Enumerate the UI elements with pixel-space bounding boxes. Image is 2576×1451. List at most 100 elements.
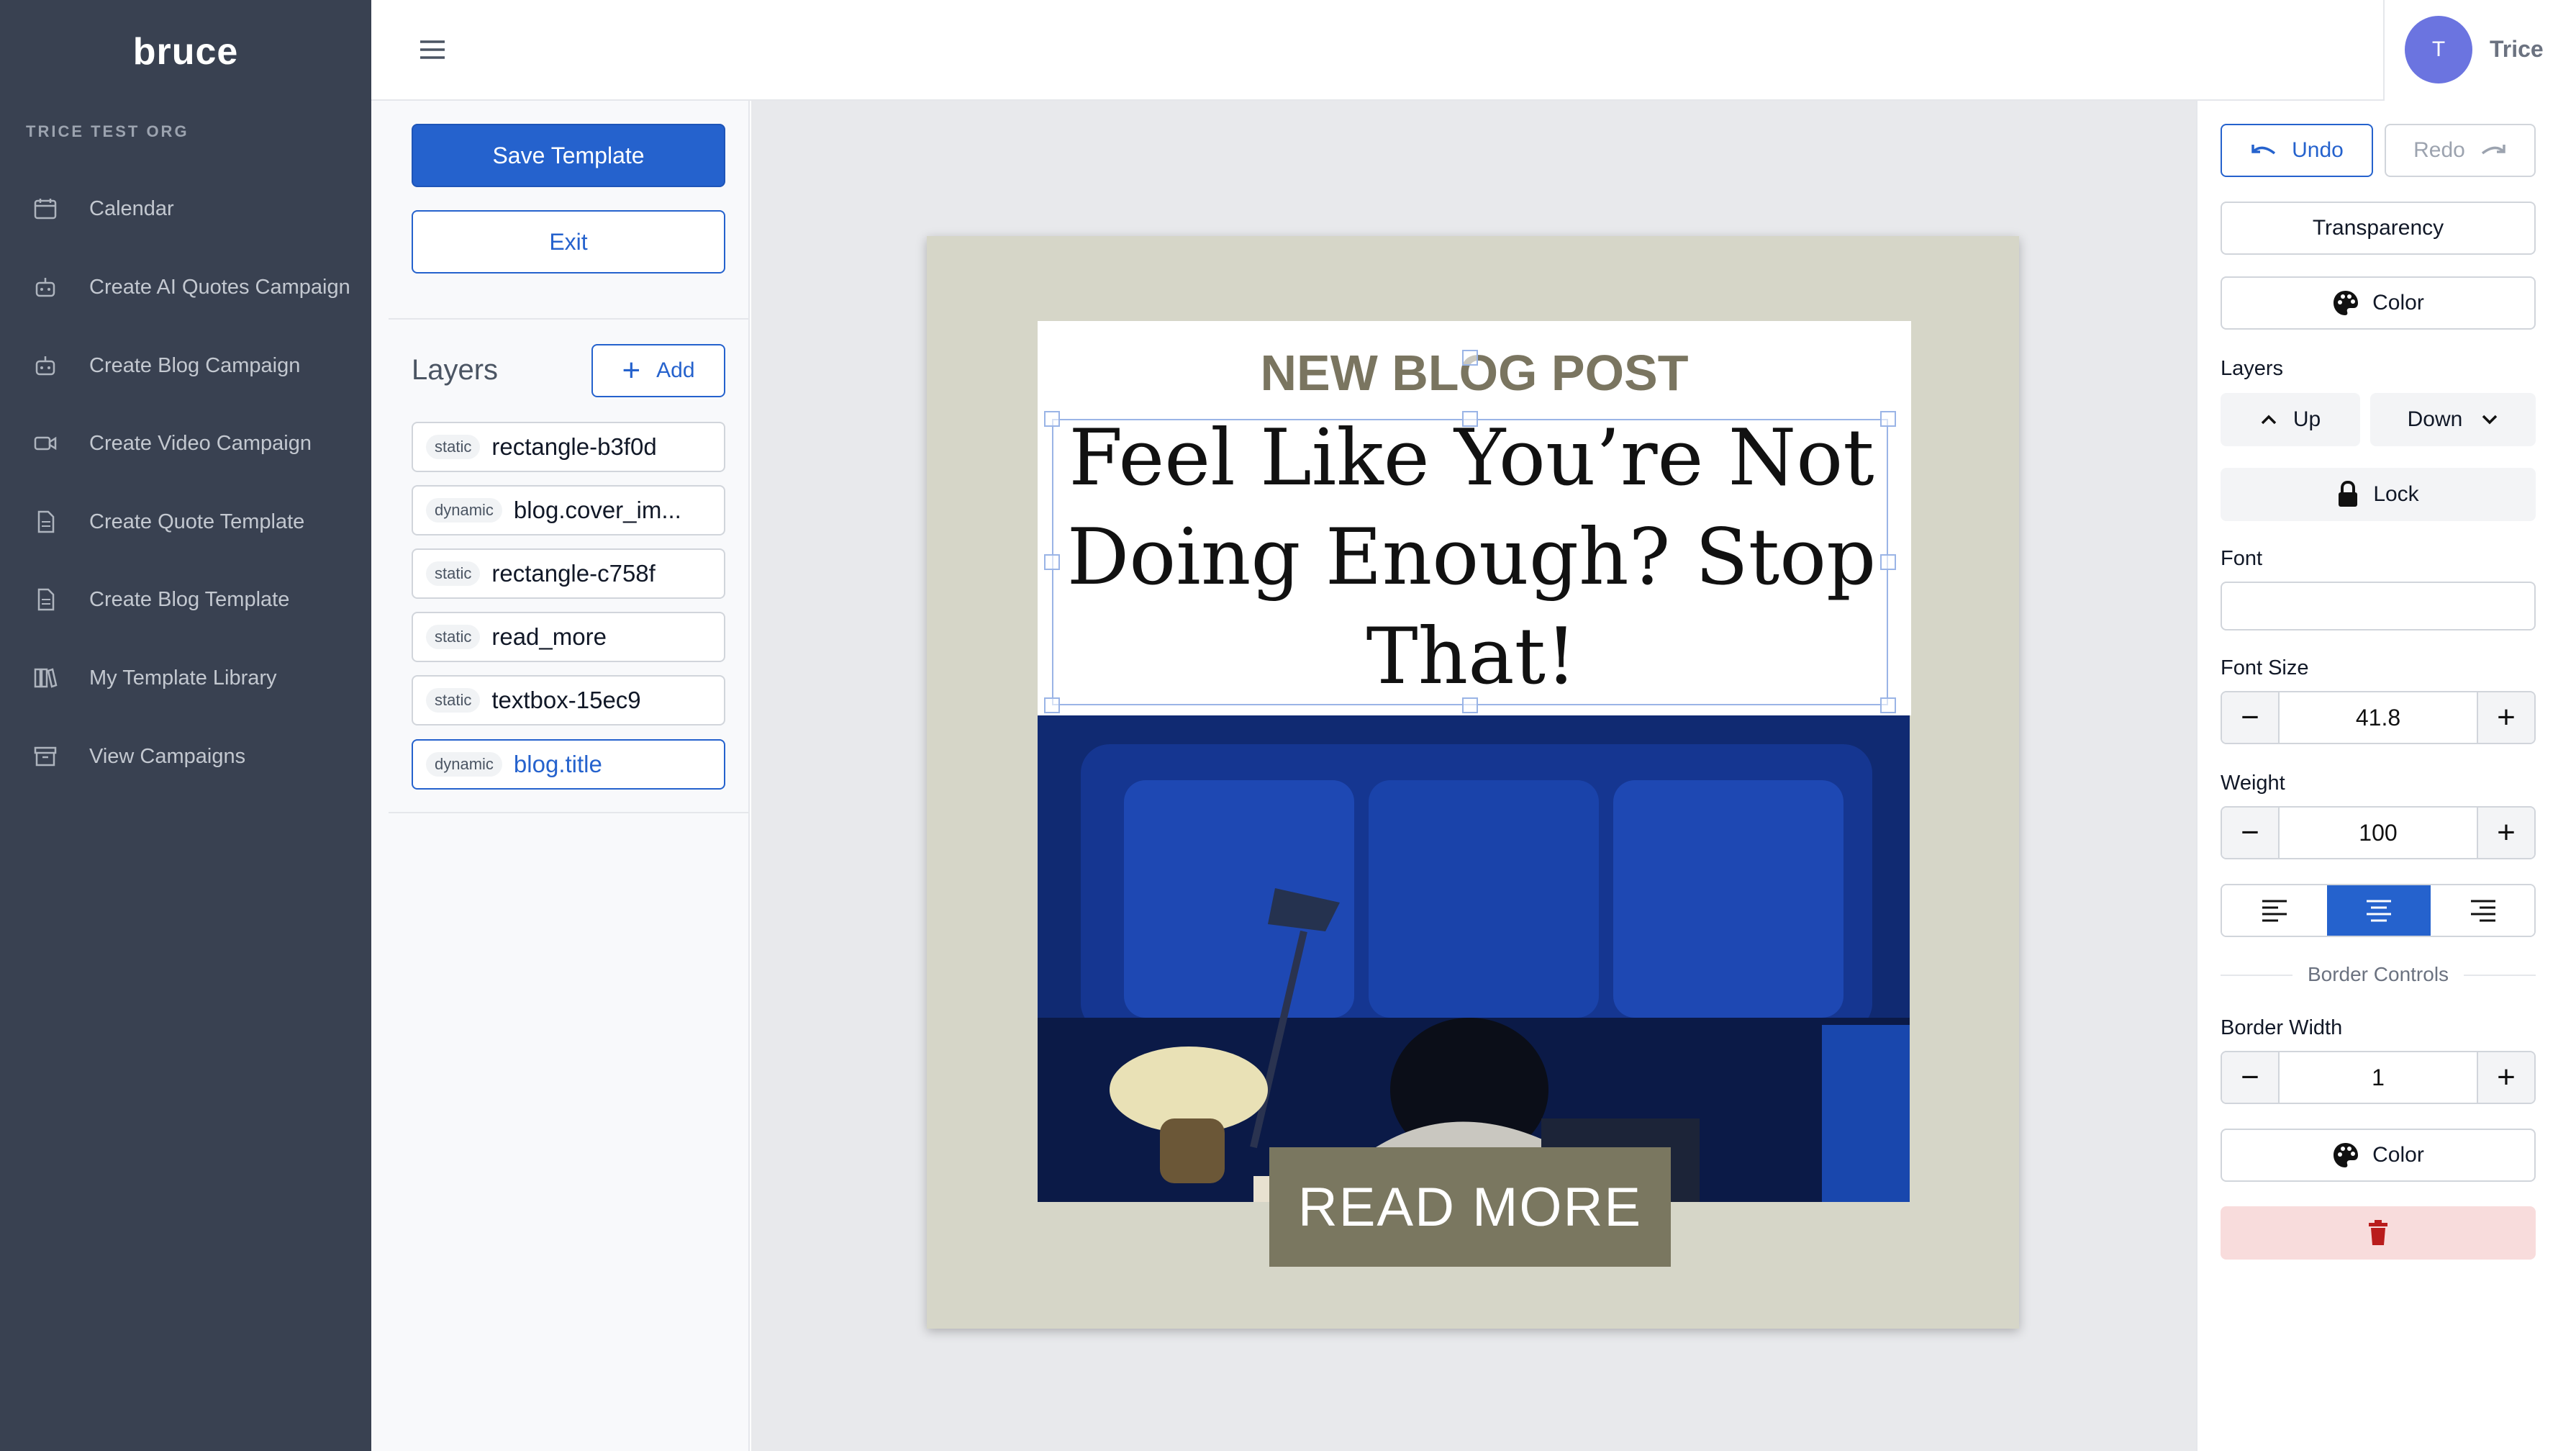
sidebar-item-video-campaign[interactable]: Create Video Campaign bbox=[0, 415, 371, 472]
layer-item[interactable]: dynamic blog.cover_im... bbox=[412, 485, 725, 535]
decrease-weight-button[interactable]: − bbox=[2222, 808, 2280, 858]
layer-down-button[interactable]: Down bbox=[2370, 393, 2536, 446]
sidebar-item-label: Create Video Campaign bbox=[89, 431, 312, 455]
font-size-stepper[interactable]: − 41.8 + bbox=[2221, 691, 2536, 744]
layer-item[interactable]: static read_more bbox=[412, 612, 725, 662]
layer-tag: static bbox=[426, 561, 481, 586]
align-center-button[interactable] bbox=[2327, 885, 2431, 936]
undo-button[interactable]: Undo bbox=[2221, 124, 2373, 177]
lock-button[interactable]: Lock bbox=[2221, 468, 2536, 521]
increase-font-size-button[interactable]: + bbox=[2477, 692, 2534, 743]
trash-icon bbox=[2369, 1220, 2387, 1245]
font-label: Font bbox=[2221, 547, 2263, 570]
exit-button[interactable]: Exit bbox=[412, 210, 725, 274]
resize-handle[interactable] bbox=[1044, 411, 1060, 427]
layer-item[interactable]: static rectangle-c758f bbox=[412, 548, 725, 599]
weight-label: Weight bbox=[2221, 772, 2285, 795]
layer-tag: dynamic bbox=[426, 498, 502, 523]
sidebar-item-label: Create AI Quotes Campaign bbox=[89, 275, 350, 299]
decrease-border-width-button[interactable]: − bbox=[2222, 1052, 2280, 1103]
layer-item[interactable]: static rectangle-b3f0d bbox=[412, 422, 725, 472]
robot-icon bbox=[35, 278, 55, 297]
sidebar-item-label: Calendar bbox=[89, 196, 174, 220]
sidebar-item-view-campaigns[interactable]: View Campaigns bbox=[0, 728, 371, 785]
divider bbox=[389, 812, 750, 813]
align-left-button[interactable] bbox=[2222, 885, 2327, 936]
font-size-value[interactable]: 41.8 bbox=[2280, 692, 2477, 743]
resize-handle[interactable] bbox=[1880, 554, 1896, 570]
weight-value[interactable]: 100 bbox=[2280, 808, 2477, 858]
layer-name: textbox-15ec9 bbox=[491, 687, 641, 713]
sidebar-item-blog-campaign[interactable]: Create Blog Campaign bbox=[0, 337, 371, 394]
border-color-label: Color bbox=[2372, 1143, 2424, 1167]
robot-icon bbox=[35, 356, 55, 376]
palette-icon bbox=[2334, 1143, 2359, 1167]
blog-cover-image[interactable] bbox=[1038, 715, 1910, 1202]
border-width-value[interactable]: 1 bbox=[2280, 1052, 2477, 1103]
chevron-down-icon bbox=[2482, 415, 2498, 425]
add-layer-button[interactable]: + Add bbox=[591, 344, 725, 397]
resize-handle[interactable] bbox=[1044, 554, 1060, 570]
delete-button[interactable] bbox=[2221, 1206, 2536, 1260]
top-header bbox=[371, 0, 2576, 101]
layer-item-selected[interactable]: dynamic blog.title bbox=[412, 739, 725, 790]
border-width-stepper[interactable]: − 1 + bbox=[2221, 1051, 2536, 1104]
video-icon bbox=[34, 436, 57, 451]
border-width-label: Border Width bbox=[2221, 1016, 2343, 1039]
resize-handle[interactable] bbox=[1880, 697, 1896, 713]
chevron-up-icon bbox=[2261, 415, 2277, 425]
font-select[interactable] bbox=[2221, 582, 2536, 630]
sidebar-item-blog-template[interactable]: Create Blog Template bbox=[0, 571, 371, 628]
align-right-button[interactable] bbox=[2431, 885, 2534, 936]
layer-tag: static bbox=[426, 625, 481, 649]
org-name: TRICE TEST ORG bbox=[26, 122, 189, 140]
divider bbox=[389, 318, 750, 320]
align-center-icon bbox=[2367, 900, 2391, 922]
up-label: Up bbox=[2292, 407, 2321, 431]
resize-handle[interactable] bbox=[1044, 697, 1060, 713]
library-icon bbox=[34, 668, 58, 688]
redo-button[interactable]: Redo bbox=[2385, 124, 2536, 177]
divider bbox=[2221, 975, 2292, 976]
layer-name: rectangle-b3f0d bbox=[491, 433, 657, 460]
sidebar-item-calendar[interactable]: Calendar bbox=[0, 180, 371, 238]
selection-box bbox=[1052, 419, 1888, 705]
weight-stepper[interactable]: − 100 + bbox=[2221, 806, 2536, 859]
divider bbox=[2464, 975, 2536, 976]
resize-handle[interactable] bbox=[1880, 411, 1896, 427]
brand-logo[interactable]: bruce bbox=[0, 30, 371, 73]
layer-tag: static bbox=[426, 435, 481, 459]
plus-icon: + bbox=[622, 353, 641, 388]
undo-label: Undo bbox=[2292, 138, 2344, 162]
color-button[interactable]: Color bbox=[2221, 276, 2536, 330]
sidebar-item-template-library[interactable]: My Template Library bbox=[0, 649, 371, 707]
align-right-icon bbox=[2471, 900, 2495, 922]
archive-icon bbox=[34, 746, 57, 767]
transparency-button[interactable]: Transparency bbox=[2221, 202, 2536, 255]
document-icon bbox=[37, 510, 55, 533]
sidebar-item-ai-quotes[interactable]: Create AI Quotes Campaign bbox=[0, 258, 371, 316]
resize-handle[interactable] bbox=[1462, 411, 1478, 427]
redo-icon bbox=[2481, 145, 2505, 155]
border-color-button[interactable]: Color bbox=[2221, 1129, 2536, 1182]
increase-border-width-button[interactable]: + bbox=[2477, 1052, 2534, 1103]
user-name[interactable]: Trice bbox=[2490, 36, 2544, 63]
layer-up-button[interactable]: Up bbox=[2221, 393, 2360, 446]
font-size-label: Font Size bbox=[2221, 656, 2309, 679]
read-more-button[interactable]: READ MORE bbox=[1269, 1147, 1671, 1267]
hamburger-menu-icon[interactable] bbox=[419, 39, 446, 60]
increase-weight-button[interactable]: + bbox=[2477, 808, 2534, 858]
resize-handle[interactable] bbox=[1462, 697, 1478, 713]
avatar[interactable]: T bbox=[2405, 16, 2472, 83]
layer-tag: static bbox=[426, 688, 481, 713]
lock-label: Lock bbox=[2373, 482, 2419, 506]
rotate-handle[interactable] bbox=[1462, 350, 1478, 366]
save-template-button[interactable]: Save Template bbox=[412, 124, 725, 187]
sidebar-item-label: Create Quote Template bbox=[89, 510, 305, 533]
calendar-icon bbox=[34, 199, 57, 220]
layers-title: Layers bbox=[412, 354, 499, 386]
layer-item[interactable]: static textbox-15ec9 bbox=[412, 675, 725, 726]
decrease-font-size-button[interactable]: − bbox=[2222, 692, 2280, 743]
redo-label: Redo bbox=[2413, 138, 2465, 162]
sidebar-item-quote-template[interactable]: Create Quote Template bbox=[0, 493, 371, 551]
